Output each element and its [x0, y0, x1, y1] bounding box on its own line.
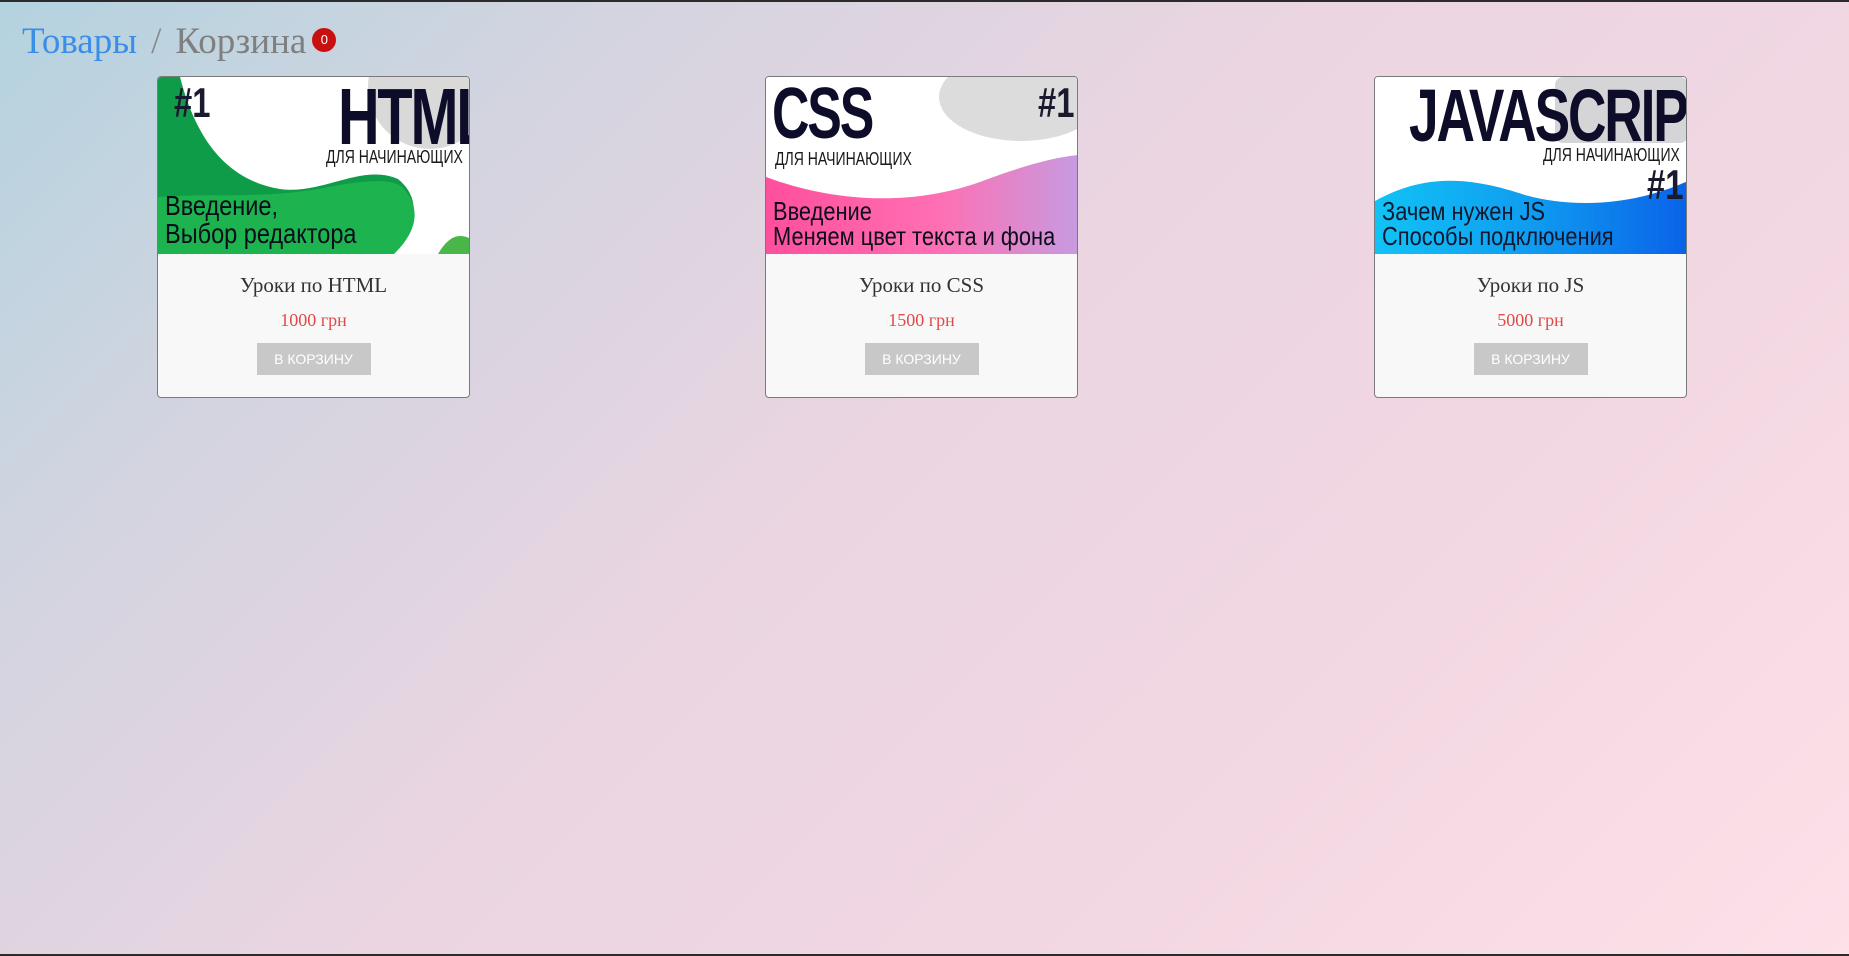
cover-number-js: #1	[1647, 161, 1684, 208]
cover-number-html: #1	[174, 79, 211, 126]
add-to-cart-button[interactable]: В КОРЗИНУ	[256, 343, 371, 375]
product-cover-html: #1 HTML ДЛЯ НАЧИНАЮЩИХ Введение, Выбор р…	[158, 77, 469, 254]
cover-caption-line1-html: Введение,	[165, 190, 279, 221]
product-price: 1500 грн	[888, 310, 955, 330]
product-cover-js: JAVASCRIPT ДЛЯ НАЧИНАЮЩИХ #1 Зачем нужен…	[1375, 77, 1686, 254]
cover-number-css: #1	[1038, 79, 1075, 126]
product-price: 5000 грн	[1497, 310, 1564, 330]
add-to-cart-button[interactable]: В КОРЗИНУ	[864, 343, 979, 375]
product-card-css: CSS #1 ДЛЯ НАЧИНАЮЩИХ Введение Меняем цв…	[765, 76, 1078, 398]
product-title: Уроки по JS	[1476, 273, 1585, 297]
cover-caption-line2-js: Способы подключения	[1382, 221, 1614, 251]
product-title: Уроки по HTML	[239, 273, 388, 297]
product-price: 1000 грн	[280, 310, 347, 330]
cover-subtitle-css: ДЛЯ НАЧИНАЮЩИХ	[775, 149, 912, 169]
product-card-js: JAVASCRIPT ДЛЯ НАЧИНАЮЩИХ #1 Зачем нужен…	[1374, 76, 1687, 398]
cover-caption-line2-html: Выбор редактора	[165, 218, 357, 249]
cover-heading-css: CSS	[772, 77, 874, 154]
product-list: #1 HTML ДЛЯ НАЧИНАЮЩИХ Введение, Выбор р…	[0, 0, 1849, 956]
add-to-cart-button[interactable]: В КОРЗИНУ	[1473, 343, 1588, 375]
product-cover-css: CSS #1 ДЛЯ НАЧИНАЮЩИХ Введение Меняем цв…	[766, 77, 1077, 254]
cover-caption-line2-css: Меняем цвет текста и фона	[773, 221, 1056, 251]
product-card-html: #1 HTML ДЛЯ НАЧИНАЮЩИХ Введение, Выбор р…	[157, 76, 470, 398]
product-title: Уроки по CSS	[858, 273, 985, 297]
cover-subtitle-html: ДЛЯ НАЧИНАЮЩИХ	[326, 147, 463, 167]
